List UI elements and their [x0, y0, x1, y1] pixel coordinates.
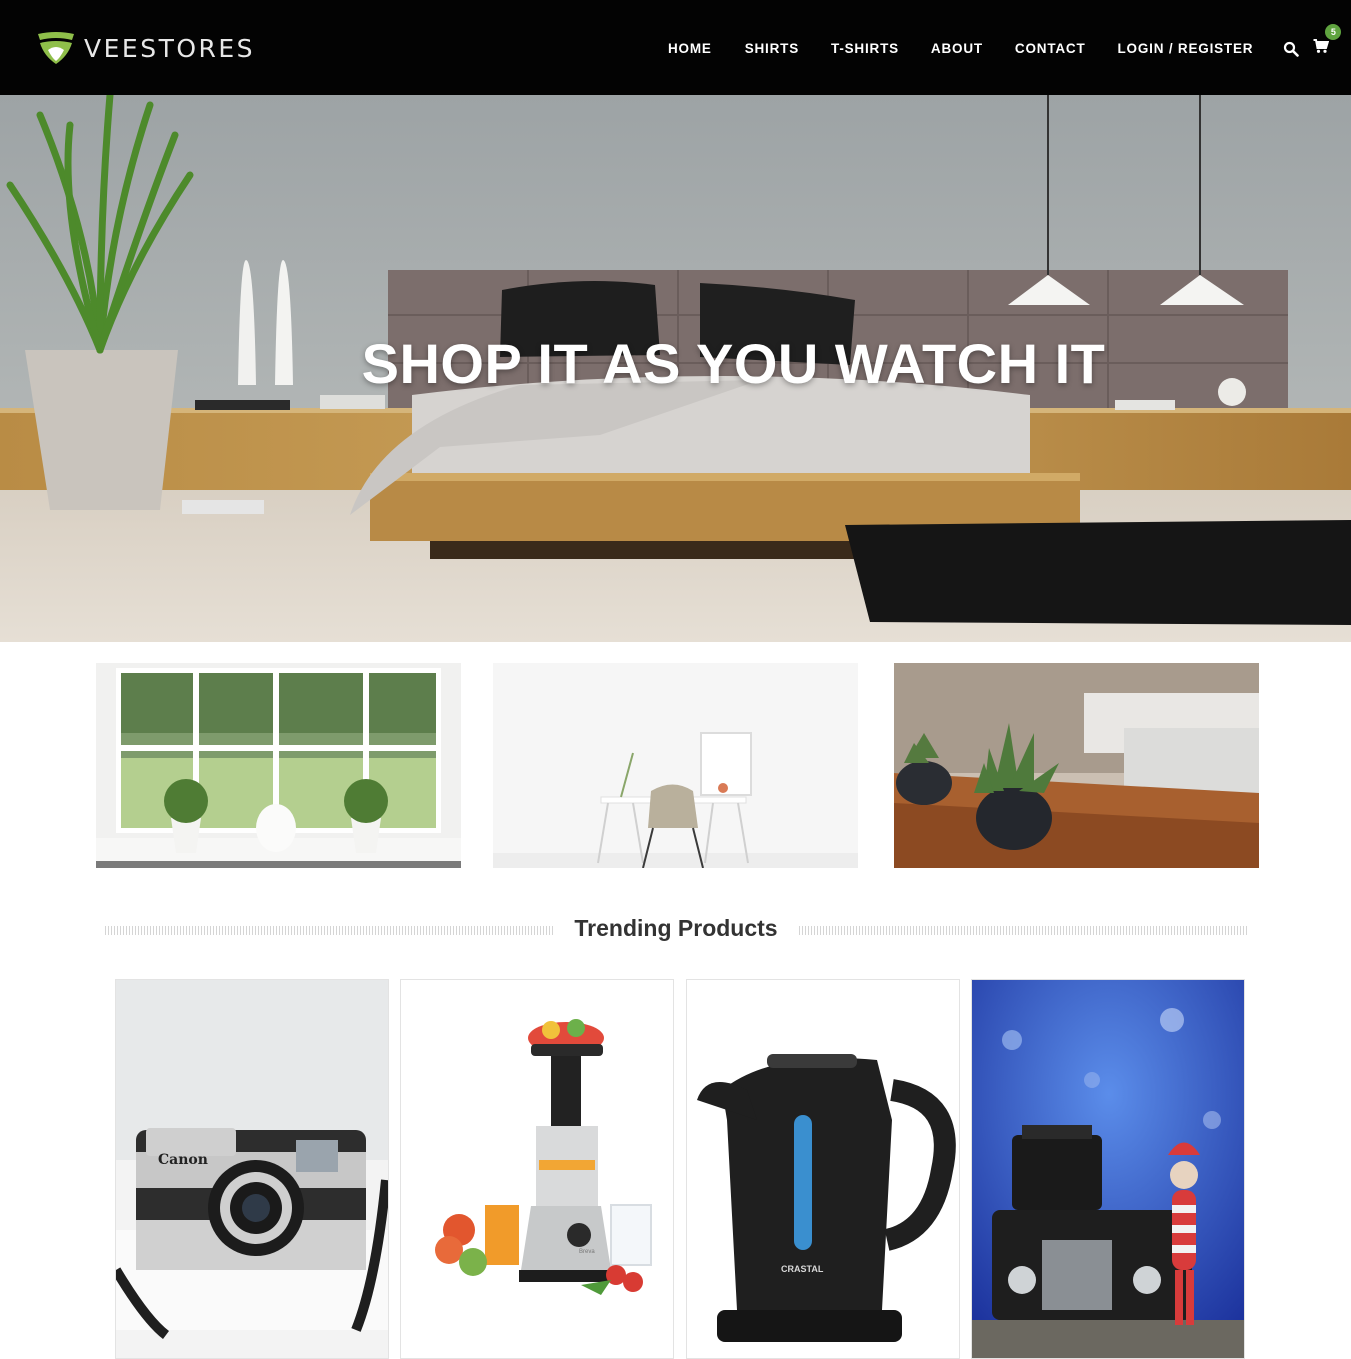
canon-brand-mark: Canon — [158, 1152, 208, 1168]
nav-contact[interactable]: CONTACT — [1015, 41, 1086, 56]
nav-shirts[interactable]: SHIRTS — [745, 41, 799, 56]
product-card-juicer[interactable]: Breva — [400, 979, 674, 1359]
search-icon[interactable] — [1283, 41, 1300, 57]
category-tile-desk[interactable] — [493, 663, 858, 868]
category-image-window-plants — [96, 663, 461, 868]
hero-title: SHOP IT AS YOU WATCH IT — [361, 332, 1106, 395]
juicer-brand-mark: Breva — [579, 1249, 595, 1255]
product-card-kettle[interactable]: CRASTAL — [686, 979, 960, 1359]
cart-count-badge: 5 — [1325, 24, 1342, 40]
nav-home[interactable]: HOME — [668, 41, 712, 56]
brand-name: VEESTORES — [84, 33, 256, 63]
nav-about[interactable]: ABOUT — [931, 41, 983, 56]
kettle-brand-mark: CRASTAL — [781, 1264, 824, 1274]
product-card-camera-figure[interactable] — [971, 979, 1245, 1359]
product-image-juicer: Breva — [401, 980, 673, 1358]
nav-login-register[interactable]: LOGIN / REGISTER — [1118, 41, 1254, 56]
cart-icon — [1313, 39, 1330, 53]
site-header: VEESTORES HOME SHIRTS T-SHIRTS ABOUT CON… — [0, 0, 1351, 95]
product-image-camera-figure — [972, 980, 1244, 1358]
product-card-canon-camera[interactable]: Canon — [115, 979, 389, 1359]
category-tile-succulents[interactable] — [894, 663, 1259, 868]
product-image-kettle: CRASTAL — [687, 980, 959, 1358]
main-nav: HOME SHIRTS T-SHIRTS ABOUT CONTACT LOGIN… — [668, 24, 1342, 59]
nav-tshirts[interactable]: T-SHIRTS — [831, 41, 899, 56]
hero-banner: SHOP IT AS YOU WATCH IT — [0, 95, 1351, 642]
logo-shield-icon — [38, 32, 74, 64]
category-image-succulents — [894, 663, 1259, 868]
title-divider-left — [105, 926, 553, 935]
title-divider-right — [799, 926, 1247, 935]
trending-title: Trending Products — [574, 915, 778, 941]
cart-button[interactable]: 5 — [1313, 24, 1342, 59]
category-tile-windows[interactable] — [96, 663, 461, 868]
brand-logo[interactable]: VEESTORES — [36, 28, 256, 68]
product-image-canon-camera: Canon — [116, 980, 388, 1358]
trending-section-header: Trending Products — [105, 915, 1247, 947]
category-image-desk-chair — [493, 663, 858, 868]
